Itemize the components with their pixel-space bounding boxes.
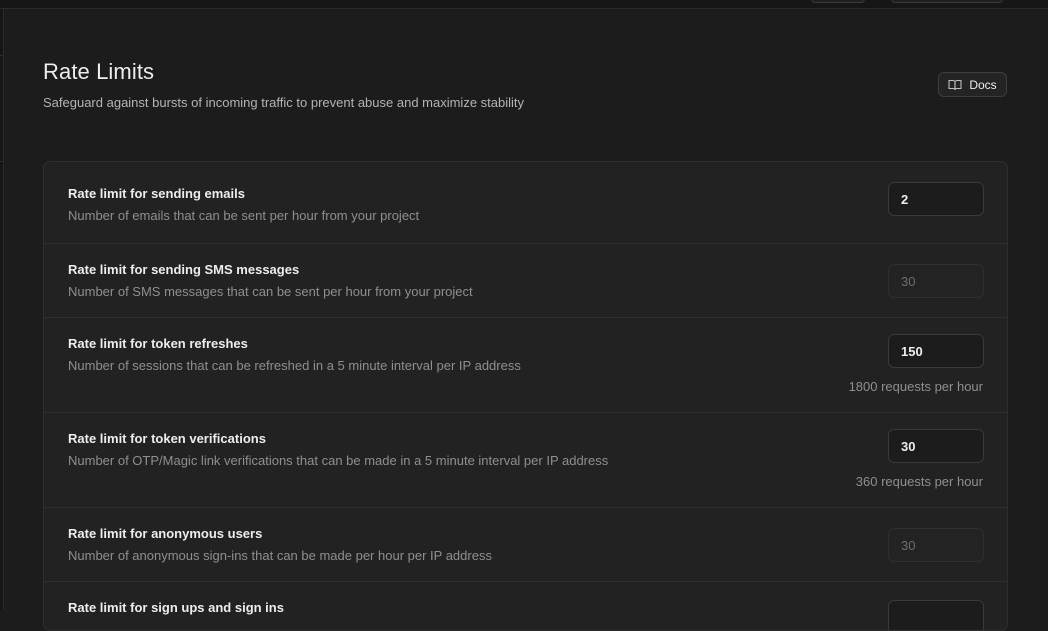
row-description: Number of SMS messages that can be sent … [68, 284, 473, 299]
rate-limits-page: Rate Limits Safeguard against bursts of … [0, 9, 1048, 631]
row-description: Number of anonymous sign-ins that can be… [68, 548, 492, 563]
row-label: Rate limit for sending emails [68, 186, 245, 201]
row-description: Number of emails that can be sent per ho… [68, 208, 420, 223]
token-refreshes-rate-limit-input[interactable] [888, 334, 984, 368]
docs-button[interactable]: Docs [938, 72, 1007, 97]
book-open-icon [948, 79, 962, 91]
row-description: Number of OTP/Magic link verifications t… [68, 453, 609, 468]
rate-limit-row-token-verifications: Rate limit for token verifications Numbe… [44, 413, 1007, 508]
row-label: Rate limit for sending SMS messages [68, 262, 300, 277]
top-bar [0, 0, 1048, 9]
row-label: Rate limit for token verifications [68, 431, 266, 446]
row-label: Rate limit for anonymous users [68, 526, 263, 541]
sms-rate-limit-input [888, 264, 984, 298]
rate-limit-row-token-refreshes: Rate limit for token refreshes Number of… [44, 318, 1007, 413]
topbar-button-stub[interactable] [891, 0, 1003, 3]
requests-per-hour-hint: 1800 requests per hour [848, 379, 983, 394]
token-verifications-rate-limit-input[interactable] [888, 429, 984, 463]
page-title: Rate Limits [43, 59, 155, 84]
rate-limit-row-sign-ups: Rate limit for sign ups and sign ins [44, 582, 1007, 630]
topbar-button-stub[interactable] [811, 0, 865, 3]
page-subtitle: Safeguard against bursts of incoming tra… [43, 95, 525, 110]
emails-rate-limit-input[interactable] [888, 182, 984, 216]
row-label: Rate limit for sign ups and sign ins [68, 600, 284, 615]
docs-button-label: Docs [969, 77, 997, 92]
rate-limit-row-anonymous-users: Rate limit for anonymous users Number of… [44, 508, 1007, 582]
rate-limit-row-sms: Rate limit for sending SMS messages Numb… [44, 244, 1007, 318]
anonymous-users-rate-limit-input [888, 528, 984, 562]
row-description: Number of sessions that can be refreshed… [68, 358, 521, 373]
rate-limits-card: Rate limit for sending emails Number of … [43, 161, 1008, 631]
sign-ups-rate-limit-input[interactable] [888, 600, 984, 630]
rate-limit-row-emails: Rate limit for sending emails Number of … [44, 162, 1007, 244]
requests-per-hour-hint: 360 requests per hour [855, 474, 983, 489]
row-label: Rate limit for token refreshes [68, 336, 248, 351]
